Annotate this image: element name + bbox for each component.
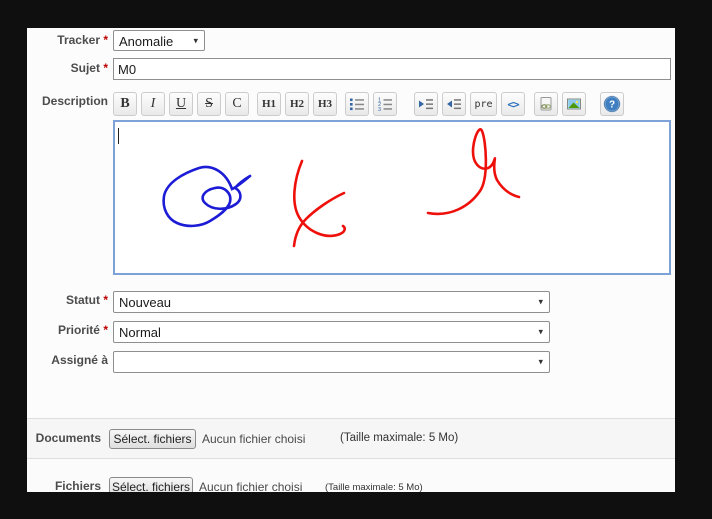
blue-scribble-stroke xyxy=(164,167,250,226)
inline-code-button[interactable]: <> xyxy=(501,92,525,116)
documents-row: Documents Sélect. fichiers Aucun fichier… xyxy=(27,418,675,458)
assignee-select[interactable]: ▾ xyxy=(113,351,550,373)
priority-label-text: Priorité xyxy=(58,323,100,337)
status-select[interactable]: Nouveau ▾ xyxy=(113,291,550,313)
wiki-toolbar: B I U S C H1 H2 H3 1 2 3 xyxy=(113,92,624,116)
chevron-down-icon: ▾ xyxy=(193,36,198,45)
svg-text:?: ? xyxy=(609,99,615,110)
inline-code-icon: <> xyxy=(507,98,518,111)
heading3-icon: H3 xyxy=(318,98,332,110)
outdent-button[interactable] xyxy=(442,92,466,116)
fichiers-no-file-text: Aucun fichier choisi xyxy=(199,480,302,492)
heading1-icon: H1 xyxy=(262,98,276,110)
help-icon: ? xyxy=(603,95,621,113)
ordered-list-icon: 1 2 3 xyxy=(377,96,393,112)
help-button[interactable]: ? xyxy=(600,92,624,116)
ordered-list-button[interactable]: 1 2 3 xyxy=(373,92,397,116)
image-icon xyxy=(566,96,582,112)
subject-required-asterisk: * xyxy=(103,61,108,75)
fichiers-max-size-hint: (Taille maximale: 5 Mo) xyxy=(325,482,423,492)
documents-no-file-text: Aucun fichier choisi xyxy=(202,432,305,446)
tracker-label-text: Tracker xyxy=(57,33,100,47)
link-icon xyxy=(538,96,554,112)
status-label: Statut * xyxy=(27,293,108,307)
status-required-asterisk: * xyxy=(103,293,108,307)
chevron-down-icon: ▾ xyxy=(538,298,543,307)
bold-icon: B xyxy=(120,97,129,111)
tracker-select[interactable]: Anomalie ▾ xyxy=(113,30,205,51)
tracker-label: Tracker * xyxy=(27,33,108,47)
subject-label-text: Sujet xyxy=(71,61,100,75)
preformatted-icon: pre xyxy=(474,99,492,110)
tracker-select-value: Anomalie xyxy=(119,34,173,49)
fichiers-label: Fichiers xyxy=(27,479,101,492)
heading2-button[interactable]: H2 xyxy=(285,92,309,116)
chevron-down-icon: ▾ xyxy=(538,328,543,337)
screen: Tracker * Anomalie ▾ Sujet * Description… xyxy=(0,0,712,519)
description-label: Description xyxy=(27,94,108,108)
subject-input[interactable] xyxy=(113,58,671,80)
assignee-label: Assigné à xyxy=(27,353,108,367)
status-label-text: Statut xyxy=(66,293,100,307)
svg-text:3: 3 xyxy=(378,107,381,112)
italic-icon: I xyxy=(151,97,156,111)
preformatted-button[interactable]: pre xyxy=(470,92,497,116)
documents-label: Documents xyxy=(27,431,101,445)
documents-max-size-hint: (Taille maximale: 5 Mo) xyxy=(340,432,458,444)
cite-icon: C xyxy=(232,97,241,111)
fichiers-file-button[interactable]: Sélect. fichiers xyxy=(109,477,193,492)
tracker-required-asterisk: * xyxy=(103,33,108,47)
priority-label: Priorité * xyxy=(27,323,108,337)
indent-icon xyxy=(418,96,434,112)
link-button[interactable] xyxy=(534,92,558,116)
strikethrough-button[interactable]: S xyxy=(197,92,221,116)
indent-button[interactable] xyxy=(414,92,438,116)
priority-select-value: Normal xyxy=(119,325,161,340)
priority-required-asterisk: * xyxy=(103,323,108,337)
underline-icon: U xyxy=(176,97,186,111)
heading1-button[interactable]: H1 xyxy=(257,92,281,116)
freehand-drawing xyxy=(115,122,669,273)
italic-button[interactable]: I xyxy=(141,92,165,116)
red-curve-stroke xyxy=(428,129,519,214)
status-select-value: Nouveau xyxy=(119,295,171,310)
unordered-list-icon xyxy=(349,96,365,112)
subject-label: Sujet * xyxy=(27,61,108,75)
underline-button[interactable]: U xyxy=(169,92,193,116)
bold-button[interactable]: B xyxy=(113,92,137,116)
strikethrough-icon: S xyxy=(205,97,213,111)
heading3-button[interactable]: H3 xyxy=(313,92,337,116)
documents-file-button[interactable]: Sélect. fichiers xyxy=(109,429,196,449)
chevron-down-icon: ▾ xyxy=(538,358,543,367)
fichiers-row: Fichiers Sélect. fichiers Aucun fichier … xyxy=(27,458,675,492)
description-textarea[interactable] xyxy=(113,120,671,275)
cite-button[interactable]: C xyxy=(225,92,249,116)
unordered-list-button[interactable] xyxy=(345,92,369,116)
outdent-icon xyxy=(446,96,462,112)
priority-select[interactable]: Normal ▾ xyxy=(113,321,550,343)
heading2-icon: H2 xyxy=(290,98,304,110)
issue-form: Tracker * Anomalie ▾ Sujet * Description… xyxy=(27,28,675,492)
image-button[interactable] xyxy=(562,92,586,116)
